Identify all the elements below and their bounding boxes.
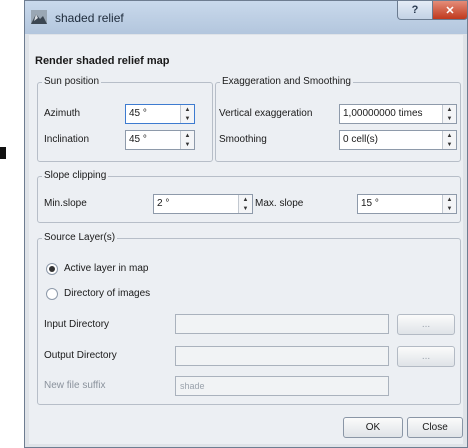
source-layers-title: Source Layer(s): [42, 232, 118, 243]
azimuth-spin-arrows[interactable]: ▲ ▼: [180, 105, 194, 123]
slope-clipping-title: Slope clipping: [42, 170, 109, 181]
close-button[interactable]: Close: [407, 417, 463, 438]
active-layer-label[interactable]: Active layer in map: [64, 263, 148, 274]
spin-down-icon: ▼: [446, 205, 453, 212]
vertical-exaggeration-label: Vertical exaggeration: [219, 108, 313, 119]
inclination-label: Inclination: [44, 134, 90, 145]
left-edge-marker: [0, 147, 6, 159]
directory-label[interactable]: Directory of images: [64, 288, 150, 299]
new-file-suffix-value: shade: [180, 381, 205, 391]
output-directory-label: Output Directory: [44, 350, 117, 361]
spin-down-icon: ▼: [242, 205, 249, 212]
azimuth-value: 45 °: [129, 108, 147, 119]
spin-up-icon: ▲: [446, 132, 453, 139]
azimuth-spinbox[interactable]: 45 ° ▲ ▼: [125, 104, 195, 124]
max-slope-value: 15 °: [361, 198, 379, 209]
min-slope-label: Min.slope: [44, 198, 87, 209]
close-icon: ✕: [445, 4, 455, 17]
min-slope-spinbox[interactable]: 2 ° ▲ ▼: [153, 194, 253, 214]
spin-up-icon: ▲: [184, 132, 191, 139]
active-layer-radio[interactable]: [46, 263, 58, 275]
smoothing-spin-arrows[interactable]: ▲ ▼: [442, 131, 456, 149]
output-directory-field[interactable]: [175, 346, 389, 366]
output-directory-browse-button[interactable]: ...: [397, 346, 455, 367]
azimuth-label: Azimuth: [44, 108, 81, 119]
shaded-relief-app-icon: [31, 10, 47, 24]
inclination-value: 45 °: [129, 134, 147, 145]
inclination-spin-arrows[interactable]: ▲ ▼: [180, 131, 194, 149]
input-directory-field[interactable]: [175, 314, 389, 334]
vertical-exaggeration-value: 1,00000000 times: [343, 108, 423, 119]
window-title: shaded relief: [55, 11, 124, 25]
ok-button[interactable]: OK: [343, 417, 403, 438]
max-slope-spin-arrows[interactable]: ▲ ▼: [442, 195, 456, 213]
new-file-suffix-label: New file suffix: [44, 380, 106, 391]
question-mark-icon: ?: [411, 4, 419, 16]
close-window-button[interactable]: ✕: [432, 1, 468, 20]
input-directory-browse-button[interactable]: ...: [397, 314, 455, 335]
sun-position-title: Sun position: [42, 76, 102, 87]
spin-up-icon: ▲: [242, 196, 249, 203]
title-bar: shaded relief ? ✕: [25, 1, 468, 34]
spin-up-icon: ▲: [446, 196, 453, 203]
dialog-window: shaded relief ? ✕ Render shaded relief m…: [24, 0, 468, 448]
spin-down-icon: ▼: [446, 115, 453, 122]
smoothing-label: Smoothing: [219, 134, 267, 145]
smoothing-spinbox[interactable]: 0 cell(s) ▲ ▼: [339, 130, 457, 150]
spin-down-icon: ▼: [184, 115, 191, 122]
directory-radio[interactable]: [46, 288, 58, 300]
min-slope-value: 2 °: [157, 198, 170, 209]
max-slope-label: Max. slope: [255, 198, 304, 209]
spin-up-icon: ▲: [446, 106, 453, 113]
vertical-exaggeration-spinbox[interactable]: 1,00000000 times ▲ ▼: [339, 104, 457, 124]
spin-down-icon: ▼: [184, 141, 191, 148]
vertical-exaggeration-spin-arrows[interactable]: ▲ ▼: [442, 105, 456, 123]
help-button[interactable]: ?: [397, 1, 433, 20]
spin-up-icon: ▲: [184, 106, 191, 113]
input-directory-label: Input Directory: [44, 319, 110, 330]
spin-down-icon: ▼: [446, 141, 453, 148]
max-slope-spinbox[interactable]: 15 ° ▲ ▼: [357, 194, 457, 214]
min-slope-spin-arrows[interactable]: ▲ ▼: [238, 195, 252, 213]
new-file-suffix-field[interactable]: shade: [175, 376, 389, 396]
smoothing-value: 0 cell(s): [343, 134, 379, 145]
inclination-spinbox[interactable]: 45 ° ▲ ▼: [125, 130, 195, 150]
exaggeration-title: Exaggeration and Smoothing: [220, 76, 353, 87]
dialog-body: Render shaded relief map Sun position Az…: [29, 35, 463, 444]
dialog-heading: Render shaded relief map: [35, 55, 170, 67]
